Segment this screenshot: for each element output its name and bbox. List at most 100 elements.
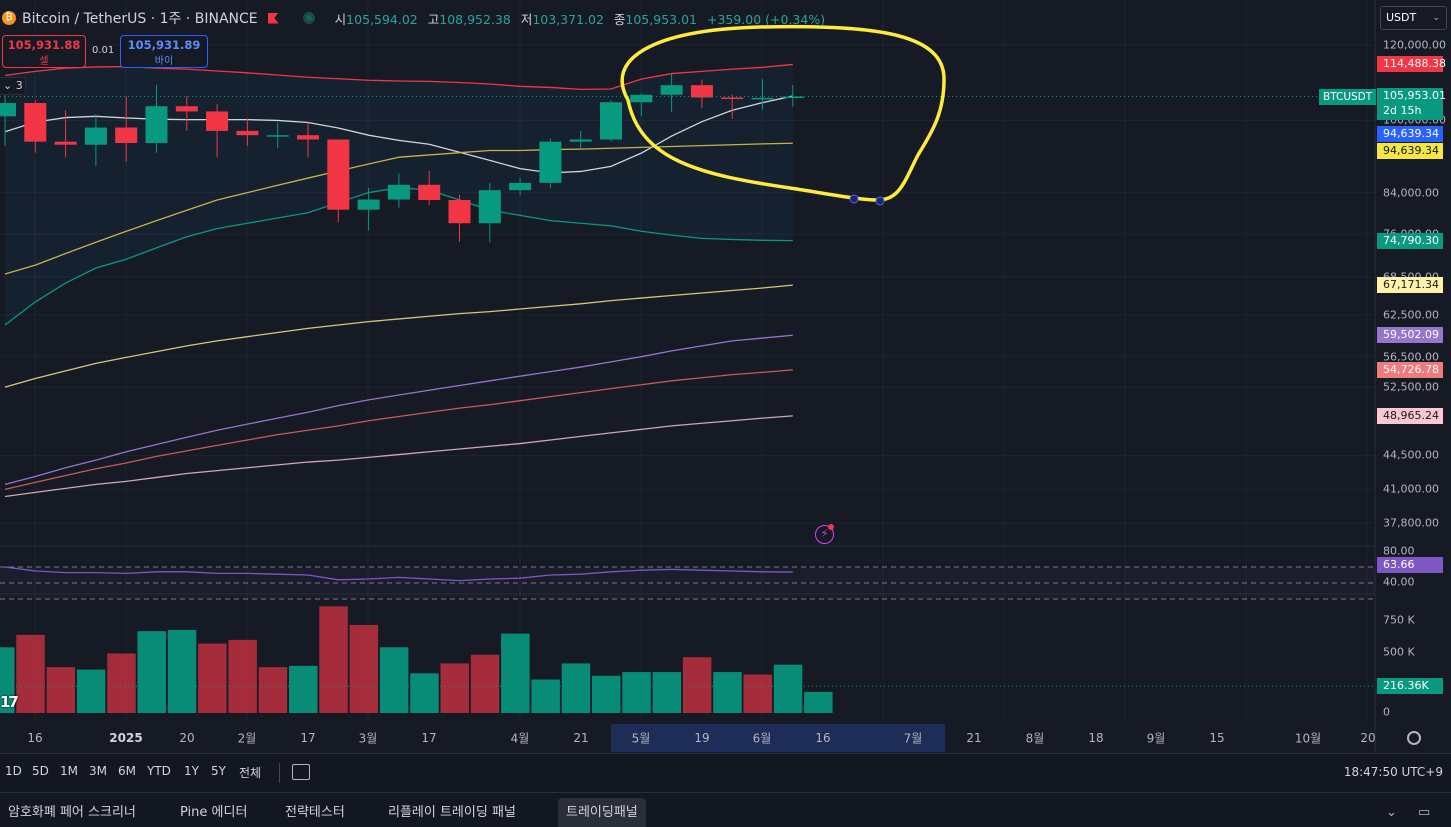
volume-bar (743, 674, 772, 713)
last-price-value: 105,953.01 (1383, 89, 1446, 102)
tab-pine-editor[interactable]: Pine 에디터 (172, 798, 255, 827)
drawing-handle (849, 194, 859, 204)
range-button-ytd[interactable]: YTD (147, 764, 171, 778)
symbol-header: ₿ Bitcoin / TetherUS · 1주 · BINANCE 시105… (0, 0, 1375, 36)
indicator-legend-toggle[interactable]: ⌄ 3 (0, 77, 26, 95)
volume-bar (319, 606, 348, 713)
volume-bar (682, 657, 712, 713)
chart-canvas[interactable] (0, 0, 1451, 752)
time-axis-label: 7월 (903, 731, 923, 746)
volume-bar (46, 667, 76, 713)
volume-bar (410, 673, 439, 713)
chevron-down-icon: ⌄ (1432, 13, 1440, 23)
tradingview-logo-icon[interactable]: 17 (0, 693, 34, 711)
currency-select[interactable]: USDT ⌄ (1380, 6, 1447, 30)
volume-bar (622, 672, 651, 713)
candle-body (721, 97, 744, 100)
candle-body (297, 135, 319, 140)
maximize-icon[interactable]: ▭ (1418, 805, 1430, 820)
minimize-icon[interactable]: ⌄ (1386, 805, 1397, 820)
market-open-icon (302, 12, 315, 24)
candle-body (387, 184, 410, 200)
time-axis-label: 18 (1088, 731, 1104, 745)
bar-countdown: 2d 15h (1383, 104, 1422, 117)
high-value: 108,952.38 (439, 11, 511, 27)
range-button-3m[interactable]: 3M (89, 764, 107, 778)
volume-bar (773, 664, 803, 713)
tab-strategy-tester[interactable]: 전략테스터 (277, 798, 353, 827)
tab-crypto-screener[interactable]: 암호화폐 페어 스크리너 (0, 798, 144, 827)
price-axis-label: 120,000.00 (1383, 38, 1446, 52)
volume-bar (198, 643, 227, 713)
volume-bar (713, 672, 742, 713)
candle-body (690, 85, 713, 98)
candle-body (206, 111, 229, 131)
symbol-price-tag: BTCUSDT (1319, 89, 1377, 105)
rsi-value-tag: 63.66 (1377, 557, 1443, 573)
candle-body (236, 130, 259, 136)
last-price-tag: 105,953.01 2d 15h (1377, 88, 1446, 120)
time-axis-label: 20 (179, 731, 195, 745)
toolbar-divider (279, 763, 280, 783)
candle-body (509, 182, 532, 191)
price-axis-label: 62,500.00 (1383, 308, 1439, 322)
candle-body (751, 97, 774, 100)
clock[interactable]: 18:47:50 UTC+9 (1344, 765, 1443, 779)
tab-trading-panel[interactable]: 트레이딩패널 (558, 798, 646, 827)
time-axis-label: 5월 (631, 731, 651, 746)
time-axis-label: 19 (694, 731, 710, 745)
candle-body (24, 103, 47, 142)
price-axis-label: 37,800.00 (1383, 516, 1439, 530)
volume-axis-label: 0 (1383, 705, 1390, 719)
range-button-1d[interactable]: 1D (5, 764, 22, 778)
sell-button[interactable]: 105,931.88 셀 (2, 35, 86, 68)
candle-body (357, 199, 380, 210)
volume-bar (561, 663, 591, 713)
buy-button[interactable]: 105,931.89 바이 (120, 35, 208, 68)
range-button-1y[interactable]: 1Y (184, 764, 199, 778)
candle-body (600, 102, 622, 140)
indicator-price-tag: 59,502.09 (1377, 327, 1443, 344)
candle-body (448, 200, 471, 224)
spread-value: 0.01 (92, 45, 115, 56)
range-button-6m[interactable]: 6M (118, 764, 136, 778)
time-axis-label: 15 (1209, 731, 1225, 745)
volume-bar (258, 667, 288, 713)
range-button-5y[interactable]: 5Y (211, 764, 226, 778)
low-label: 저 (520, 11, 533, 27)
candle-body (145, 106, 168, 143)
open-value: 105,594.02 (346, 11, 418, 27)
rsi-upper-label: 80.00 (1383, 544, 1415, 558)
time-axis-label: 8월 (1025, 731, 1045, 746)
indicator-price-tag: 67,171.34 (1377, 277, 1443, 294)
rsi-lower-label: 40.00 (1383, 575, 1415, 589)
range-button-1m[interactable]: 1M (60, 764, 78, 778)
close-value: 105,953.01 (625, 11, 697, 27)
compare-symbol-icon[interactable] (292, 764, 310, 780)
range-button-전체[interactable]: 전체 (239, 764, 261, 781)
time-axis-label: 17 (421, 731, 437, 745)
currency-value: USDT (1386, 11, 1417, 24)
tradingview-chart-window: ₿ Bitcoin / TetherUS · 1주 · BINANCE 시105… (0, 0, 1451, 827)
volume-axis-label: 750 K (1383, 613, 1415, 627)
volume-bar (592, 675, 621, 713)
flag-icon[interactable] (267, 12, 279, 24)
gear-icon[interactable] (1407, 731, 1421, 745)
time-axis-label: 3월 (358, 731, 378, 746)
symbol-title[interactable]: Bitcoin / TetherUS · 1주 · BINANCE (22, 8, 258, 28)
price-axis-label: 41,000.00 (1383, 482, 1439, 496)
time-axis-label: 10월 (1294, 731, 1322, 746)
candle-body (418, 184, 441, 201)
candle-body (630, 94, 653, 103)
candle-body (54, 141, 77, 145)
time-axis-label: 20 (1360, 731, 1376, 745)
sell-price: 105,931.88 (7, 38, 81, 52)
high-label: 고 (427, 11, 440, 27)
volume-bar (652, 672, 682, 713)
time-axis-label: 16 (27, 731, 43, 745)
range-button-5d[interactable]: 5D (32, 764, 49, 778)
volume-bar (379, 647, 409, 713)
time-axis-label: 17 (300, 731, 316, 745)
tab-replay-trading[interactable]: 리플레이 트레이딩 패널 (380, 798, 524, 827)
close-label: 종 (613, 11, 626, 27)
